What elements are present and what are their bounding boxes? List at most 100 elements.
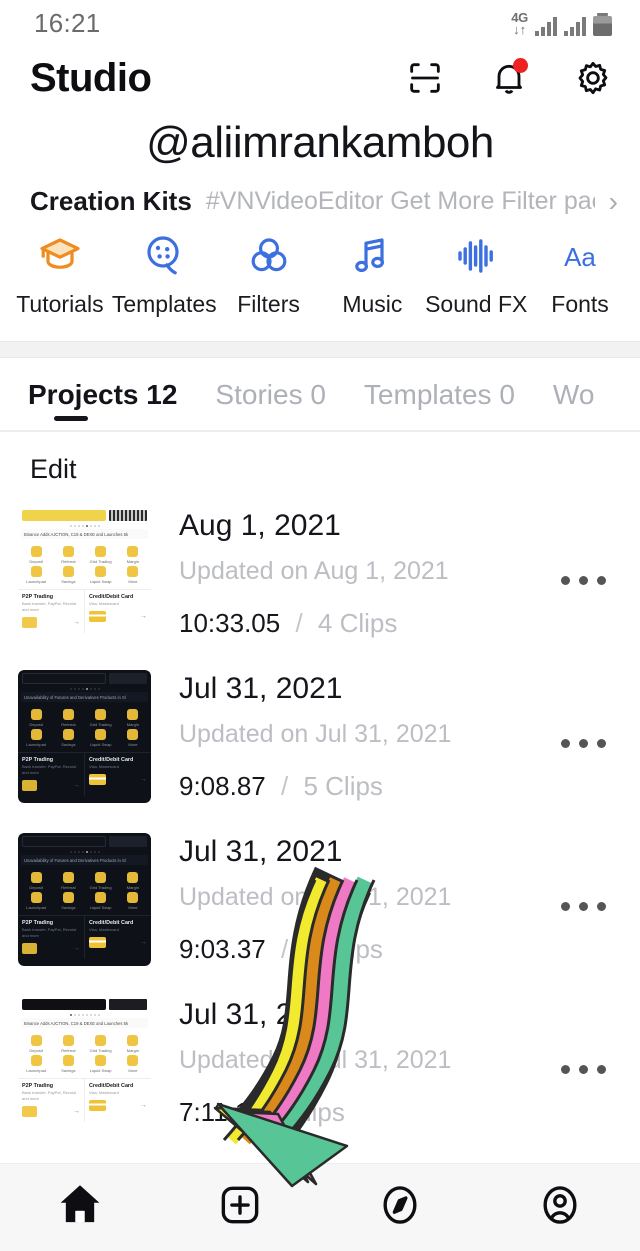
project-duration: 7:11.1: [179, 1096, 250, 1127]
film-reel-icon: [140, 229, 188, 283]
notification-badge-dot: [513, 58, 528, 73]
tab-stories[interactable]: Stories 0: [215, 379, 326, 425]
thumb-tile-label: More: [128, 742, 138, 747]
project-info: Jul 31, 20 Updated on Jul 31, 2021 7:11.…: [179, 996, 561, 1129]
kit-item-sound-fx[interactable]: Sound FX: [424, 229, 528, 318]
thumb-tile-label: Referral: [61, 1048, 76, 1053]
kit-label: Sound FX: [425, 291, 528, 317]
thumb-right-sub: Visa, Mastercard: [89, 927, 119, 932]
thumb-left-title: P2P Trading: [22, 1083, 54, 1089]
thumb-tile-label: Launchpad: [26, 579, 47, 584]
creation-kits-header[interactable]: Creation Kits #VNVideoEditor Get More Fi…: [0, 172, 640, 217]
network-type-icon: 4G ↓↑: [511, 11, 528, 36]
thumb-tile-label: Referral: [61, 559, 76, 564]
status-bar: 16:21 4G ↓↑: [0, 0, 640, 46]
more-options-icon[interactable]: [561, 1065, 612, 1074]
thumb-left-sub: Bank transfer, PayPal, Revolut and more: [22, 927, 77, 938]
thumb-notice: Unavailability of Futures and Derivative…: [24, 694, 126, 700]
kit-label: Tutorials: [16, 291, 104, 317]
table-row[interactable]: Binance Adds AJCTION, C19 & DEXE and Lau…: [0, 499, 640, 662]
project-meta: 10:33.05 / 4 Clips: [179, 608, 561, 639]
table-row[interactable]: Binance Adds AJCTION, C19 & DEXE and Lau…: [0, 988, 640, 1151]
thumb-tile-label: Savings: [61, 742, 76, 747]
more-options-icon[interactable]: [561, 739, 612, 748]
chevron-right-icon[interactable]: ›: [609, 187, 618, 216]
thumb-tile-label: Grid Trading: [89, 1048, 112, 1053]
thumb-right-sub: Visa, Mastercard: [89, 764, 119, 769]
thumb-tile-label: More: [128, 579, 138, 584]
project-thumbnail[interactable]: Binance Adds AJCTION, C19 & DEXE and Lau…: [18, 996, 151, 1129]
tab-workspace[interactable]: Wo: [553, 379, 595, 425]
app-root: 16:21 4G ↓↑ Studio @aliimrankamboh Creat…: [0, 0, 640, 1251]
plus-square-icon: [213, 1178, 267, 1237]
kit-item-music[interactable]: Music: [320, 229, 424, 318]
thumb-tile-label: Launchpad: [26, 905, 47, 910]
project-clips: 6 Clips: [303, 933, 383, 964]
nav-item-account[interactable]: [480, 1178, 640, 1237]
tab-projects[interactable]: Projects 12: [28, 379, 177, 425]
tab-templates[interactable]: Templates 0: [364, 379, 515, 425]
project-meta: 9:03.37 / 6 Clips: [179, 934, 561, 965]
more-options-icon[interactable]: [561, 576, 612, 585]
tab-active-underline: [54, 416, 88, 421]
thumb-left-sub: Bank transfer, PayPal, Revolut and more: [22, 601, 77, 612]
kit-item-fonts[interactable]: Aa Fonts: [528, 229, 632, 318]
kit-item-tutorials[interactable]: Tutorials: [8, 229, 112, 318]
table-row[interactable]: Unavailability of Futures and Derivative…: [0, 825, 640, 988]
thumb-tile-label: Margin: [126, 722, 139, 727]
thumb-tile-label: Margin: [126, 1048, 139, 1053]
svg-text:Aa: Aa: [564, 242, 596, 272]
thumb-tile-label: Savings: [61, 1068, 76, 1073]
project-clips: 4 Clips: [317, 607, 398, 638]
thumbnail-art: Binance Adds AJCTION, C19 & DEXE and Lau…: [18, 996, 151, 1129]
app-header: Studio: [0, 46, 640, 110]
project-meta: 7:11.1 / Clips: [179, 1097, 561, 1128]
thumb-left-title: P2P Trading: [22, 920, 54, 926]
project-thumbnail[interactable]: Binance Adds AJCTION, C19 & DEXE and Lau…: [18, 507, 151, 640]
project-thumbnail[interactable]: Unavailability of Futures and Derivative…: [18, 670, 151, 803]
thumb-right-title: Credit/Debit Card: [89, 1083, 134, 1089]
nav-item-create[interactable]: [160, 1178, 320, 1237]
project-thumbnail[interactable]: Unavailability of Futures and Derivative…: [18, 833, 151, 966]
nav-item-discover[interactable]: [320, 1178, 480, 1237]
meta-separator: /: [264, 1096, 272, 1127]
signal-bars-icon: [535, 16, 557, 36]
thumb-tile-label: Liquid Swap: [89, 742, 112, 747]
section-title-edit: Edit: [30, 454, 77, 484]
project-date: Aug 1, 2021: [179, 508, 341, 542]
kit-item-filters[interactable]: Filters: [217, 229, 321, 318]
thumb-tile-label: Liquid Swap: [89, 1068, 112, 1073]
thumb-right-title: Credit/Debit Card: [89, 920, 134, 926]
project-meta: 9:08.87 / 5 Clips: [179, 771, 561, 802]
kit-label: Templates: [111, 291, 217, 317]
music-note-icon: [348, 229, 396, 283]
thumb-right-title: Credit/Debit Card: [89, 757, 134, 763]
gear-icon[interactable]: [572, 57, 614, 99]
graduation-cap-icon: [36, 229, 84, 283]
more-options-icon[interactable]: [561, 902, 612, 911]
project-info: Jul 31, 2021 Updated on Jul 31, 2021 9:0…: [179, 670, 561, 803]
kit-label: Music: [342, 291, 403, 317]
tab-label: Projects 12: [28, 379, 178, 410]
thumb-tile-label: Liquid Swap: [89, 905, 112, 910]
kit-label: Fonts: [551, 291, 609, 317]
thumb-tile-label: Referral: [61, 885, 76, 890]
scan-frame-icon[interactable]: [404, 57, 446, 99]
notification-bell-icon[interactable]: [488, 57, 530, 99]
creation-kits-promo[interactable]: #VNVideoEditor Get More Filter package: [206, 187, 595, 216]
project-duration: 9:08.87: [179, 770, 266, 801]
thumb-tile-label: Launchpad: [26, 742, 47, 747]
thumb-left-title: P2P Trading: [22, 757, 54, 763]
table-row[interactable]: Unavailability of Futures and Derivative…: [0, 662, 640, 825]
thumb-tile-label: Referral: [61, 722, 76, 727]
thumbnail-art: Binance Adds AJCTION, C19 & DEXE and Lau…: [18, 507, 151, 640]
compass-icon: [373, 1178, 427, 1237]
project-list: Binance Adds AJCTION, C19 & DEXE and Lau…: [0, 485, 640, 1151]
nav-item-home[interactable]: [0, 1178, 160, 1237]
thumb-right-sub: Visa, Mastercard: [89, 1090, 119, 1095]
home-icon: [53, 1178, 107, 1237]
thumb-tile-label: Margin: [126, 885, 139, 890]
thumb-tile-label: Launchpad: [26, 1068, 47, 1073]
waveform-icon: [452, 229, 500, 283]
kit-item-templates[interactable]: Templates: [112, 229, 217, 318]
